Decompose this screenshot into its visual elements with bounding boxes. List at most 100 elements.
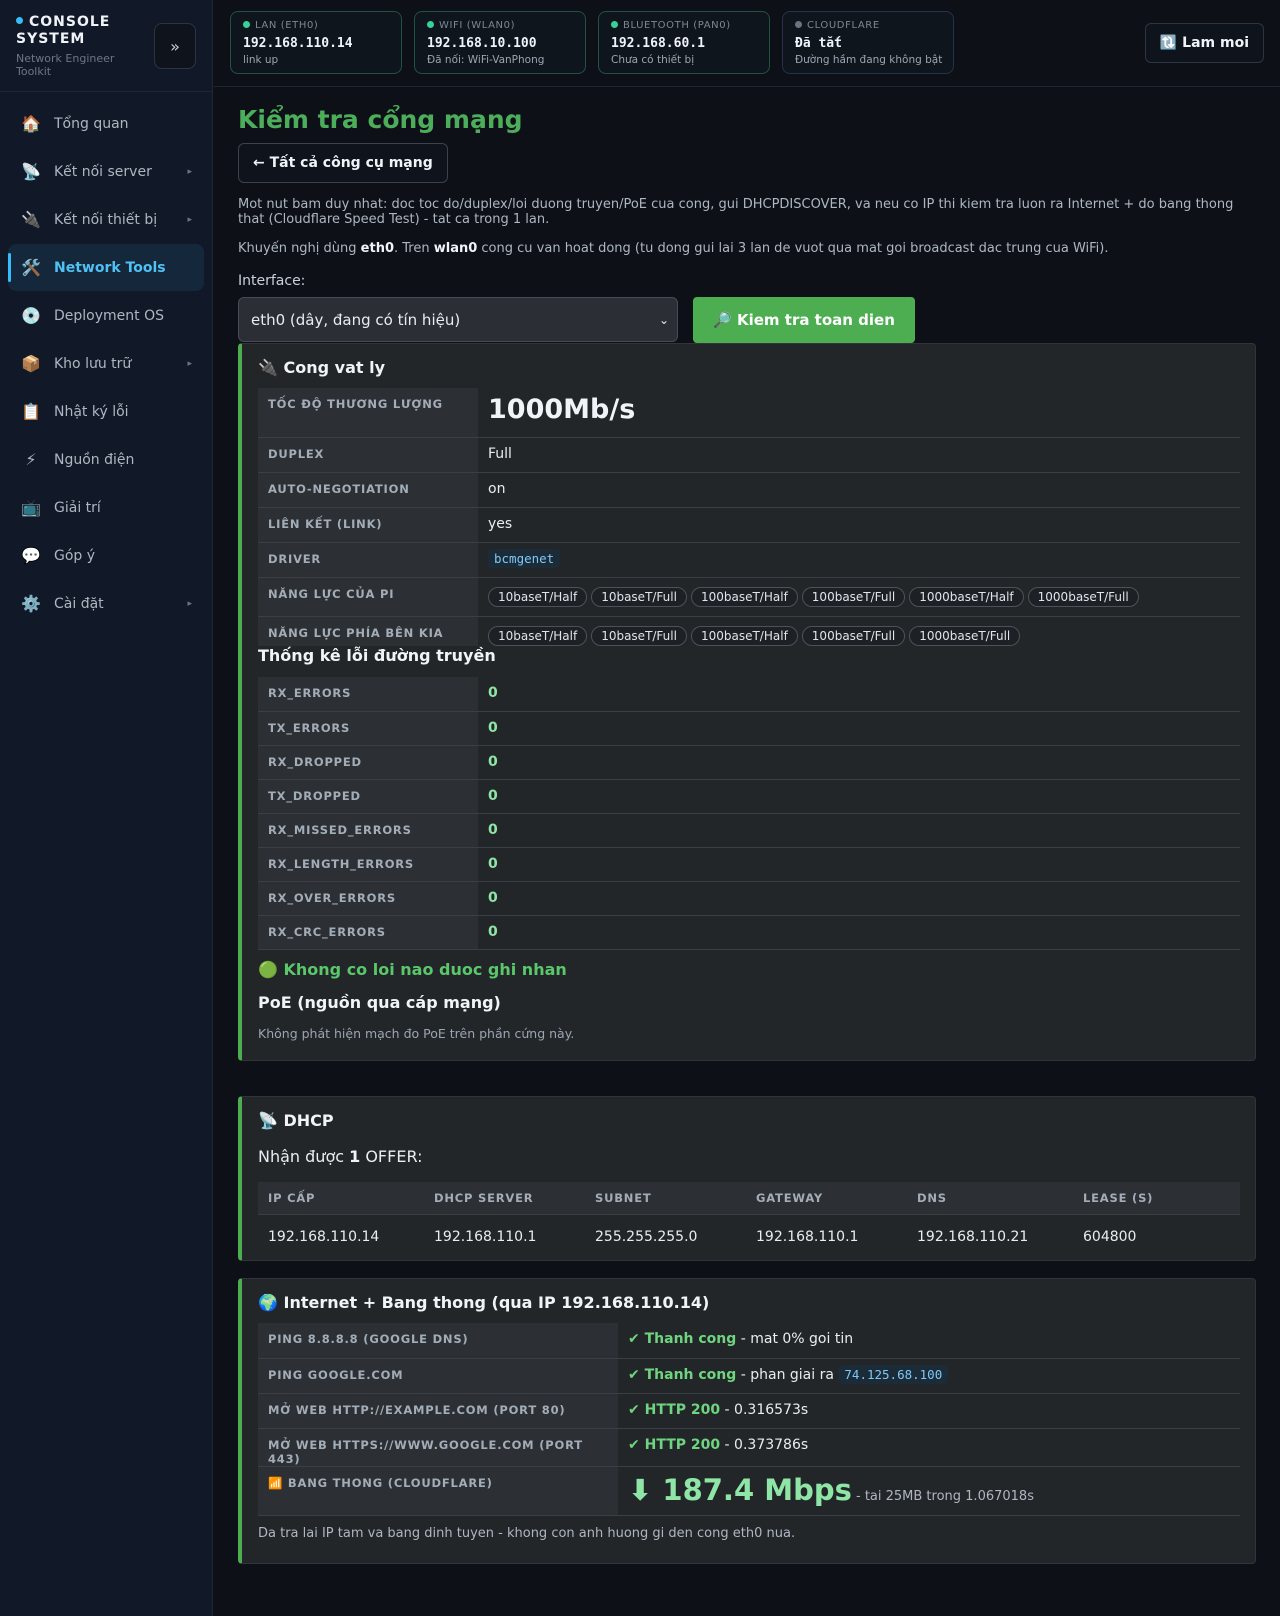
internet-check-label: PING GOOGLE.COM — [258, 1358, 618, 1394]
dhcp-table: IP CẤP DHCP SERVER SUBNET GATEWAY DNS LEASE (… — [258, 1182, 1240, 1250]
status-card-bluetooth-pan0[interactable]: BLUETOOTH (PAN0) 192.168.60.1 Chưa có thiế… — [598, 11, 770, 74]
capability-pill: 10baseT/Full — [591, 625, 687, 646]
tools-icon: 🛠️ — [21, 258, 41, 277]
internet-check-detail: - 0.316573s — [720, 1401, 809, 1418]
internet-section-title: 🌍 Internet + Bang thong (qua IP 192.168.… — [258, 1293, 710, 1312]
status-card-label: BLUETOOTH (PAN0) — [611, 20, 757, 31]
peer-caps-list: 10baseT/Half 10baseT/Full 100baseT/Half 100… — [478, 616, 1240, 646]
sidebar-item-kết-nối-thiết-bị[interactable]: 🔌 Kết nối thiết bị ▸ — [8, 196, 204, 243]
capability-pill: 100baseT/Full — [801, 586, 906, 607]
internet-check-status: ✔ HTTP 200 — [628, 1401, 721, 1418]
link-label: LIÊN KẾT (LINK) — [258, 507, 478, 543]
table-row: PING GOOGLE.COM ✔ Thanh cong - phan giai … — [258, 1358, 1240, 1394]
chevron-down-icon: ⌄ — [658, 312, 669, 327]
physical-table: TỐC ĐỘ THƯƠNG LƯỢNG 1000Mb/s DUPLEX Full… — [258, 388, 1240, 646]
status-dot-icon — [243, 20, 250, 28]
driver-value: bcmgenet — [488, 548, 561, 568]
error-counter-value: 0 — [488, 923, 498, 940]
capability-pill: 10baseT/Full — [591, 586, 687, 607]
poe-note: Không phát hiện mạch đo PoE trên phần cứ… — [258, 1025, 575, 1041]
back-to-tools-button[interactable]: ← Tất cả công cụ mạng — [238, 143, 448, 183]
chevron-right-icon: ▸ — [187, 166, 192, 177]
capability-pill: 1000baseT/Full — [909, 625, 1021, 646]
sidebar-item-kho-lưu-trữ[interactable]: 📦 Kho lưu trữ ▸ — [8, 340, 204, 387]
home-icon: 🏠 — [21, 114, 41, 133]
error-counter-value: 0 — [488, 855, 498, 872]
error-counter-value: 0 — [488, 787, 498, 804]
table-row: MỞ WEB HTTPS://WWW.GOOGLE.COM (PORT 443)… — [258, 1428, 1240, 1467]
error-counter-value: 0 — [488, 685, 498, 701]
status-card-wifi-wlan0[interactable]: WIFI (WLAN0) 192.168.10.100 Đã nối: WiFi-V… — [414, 11, 586, 74]
table-row: DRIVER bcmgenet — [258, 542, 1240, 578]
capability-pill: 100baseT/Full — [801, 625, 906, 646]
error-counter-value: 0 — [488, 889, 498, 906]
table-row: RX_CRC_ERRORS 0 — [258, 915, 1240, 950]
table-row: AUTO-NEGOTIATION on — [258, 472, 1240, 508]
driver-label: DRIVER — [258, 542, 478, 578]
error-counter-name: RX_MISSED_ERRORS — [258, 813, 478, 848]
table-row: RX_OVER_ERRORS 0 — [258, 881, 1240, 916]
no-errors-message: 🟢 Khong co loi nao duoc ghi nhan — [258, 959, 567, 979]
page-title: Kiểm tra cổng mạng — [238, 105, 523, 134]
refresh-button[interactable]: 🔃 Lam moi — [1144, 23, 1264, 63]
recommend-wlan0: wlan0 — [433, 241, 478, 256]
chevron-right-icon: ▸ — [187, 358, 192, 369]
peer-caps-label: NĂNG LỰC PHÍA BÊN KIA — [258, 616, 478, 646]
collapse-sidebar-button[interactable]: » — [154, 23, 196, 69]
internet-check-status: ✔ HTTP 200 — [628, 1436, 721, 1453]
capability-pill: 1000baseT/Half — [909, 586, 1024, 607]
dhcp-column-header: GATEWAY — [746, 1182, 907, 1215]
tool-recommendation: Khuyến nghị dùng eth0. Tren wlan0 cong c… — [238, 241, 1109, 256]
sidebar-item-label: Nhật ký lỗi — [54, 403, 129, 420]
dhcp-cell: 192.168.110.21 — [917, 1228, 1029, 1245]
sidebar-item-network-tools[interactable]: 🛠️ Network Tools — [8, 244, 204, 291]
error-counter-name: RX_LENGTH_ERRORS — [258, 847, 478, 882]
sidebar-item-nguồn-điện[interactable]: ⚡ Nguồn điện — [8, 436, 204, 483]
table-row: RX_LENGTH_ERRORS 0 — [258, 847, 1240, 882]
autoneg-label: AUTO-NEGOTIATION — [258, 472, 478, 508]
interface-label: Interface: — [238, 273, 306, 289]
lightning-icon: ⚡ — [25, 450, 37, 469]
sidebar: CONSOLE SYSTEM Network Engineer Toolkit … — [0, 0, 213, 1616]
sidebar-item-góp-ý[interactable]: 💬 Góp ý — [8, 532, 204, 579]
status-card-lan-eth0[interactable]: LAN (ETH0) 192.168.110.14 link up — [230, 11, 402, 74]
dhcp-cell: 604800 — [1083, 1228, 1137, 1245]
sidebar-item-tổng-quan[interactable]: 🏠 Tổng quan — [8, 100, 204, 147]
chevron-double-right-icon: » — [170, 36, 180, 56]
sidebar-item-deployment-os[interactable]: 💿 Deployment OS — [8, 292, 204, 339]
package-icon: 📦 — [21, 354, 41, 373]
status-card-sub: Đường hầm đang không bật — [795, 54, 943, 66]
status-card-cloudflare[interactable]: CLOUDFLARE Đã tắt Đường hầm đang không bật — [782, 11, 954, 74]
table-row: MỞ WEB HTTP://EXAMPLE.COM (PORT 80) ✔ HTT… — [258, 1393, 1240, 1429]
internet-check-detail: - phan giai ra — [736, 1366, 839, 1383]
internet-check-label: MỞ WEB HTTP://EXAMPLE.COM (PORT 80) — [258, 1393, 618, 1429]
capability-pill: 10baseT/Half — [488, 586, 588, 607]
sidebar-item-nhật-ký-lỗi[interactable]: 📋 Nhật ký lỗi — [8, 388, 204, 435]
satellite-icon: 📡 — [21, 162, 41, 181]
brand-dot-icon — [16, 16, 23, 24]
table-row: LIÊN KẾT (LINK) yes — [258, 507, 1240, 543]
error-counter-value: 0 — [488, 821, 498, 838]
internet-check-detail: - mat 0% goi tin — [736, 1331, 854, 1347]
error-counter-name: RX_CRC_ERRORS — [258, 915, 478, 950]
status-card-label: CLOUDFLARE — [795, 20, 941, 31]
sidebar-item-giải-trí[interactable]: 📺 Giải trí — [8, 484, 204, 531]
interface-select[interactable]: eth0 (dây, đang có tín hiệu) ⌄ — [238, 297, 678, 342]
brand-title-text: CONSOLE SYSTEM — [16, 14, 111, 47]
error-counter-value: 0 — [488, 719, 498, 736]
sidebar-item-label: Tổng quan — [54, 115, 129, 132]
pi-caps-list: 10baseT/Half 10baseT/Full 100baseT/Half 100… — [478, 577, 1240, 617]
dhcp-column-header: DHCP SERVER — [424, 1182, 585, 1215]
sidebar-item-label: Deployment OS — [54, 307, 164, 324]
sidebar-item-kết-nối-server[interactable]: 📡 Kết nối server ▸ — [8, 148, 204, 195]
dhcp-column-header: SUBNET — [585, 1182, 746, 1215]
table-row: RX_ERRORS 0 — [258, 677, 1240, 712]
run-full-check-button[interactable]: 🔎 Kiem tra toan dien — [693, 297, 915, 343]
chevron-right-icon: ▸ — [187, 598, 192, 609]
pi-caps-label: NĂNG LỰC CỦA PI — [258, 577, 478, 617]
bandwidth-detail: - tai 25MB trong 1.067018s — [851, 1488, 1034, 1504]
error-counter-name: TX_DROPPED — [258, 779, 478, 814]
status-card-label: WIFI (WLAN0) — [427, 20, 573, 31]
internet-check-status: ✔ Thanh cong — [628, 1366, 737, 1383]
sidebar-item-cài-đặt[interactable]: ⚙️ Cài đặt ▸ — [8, 580, 204, 627]
